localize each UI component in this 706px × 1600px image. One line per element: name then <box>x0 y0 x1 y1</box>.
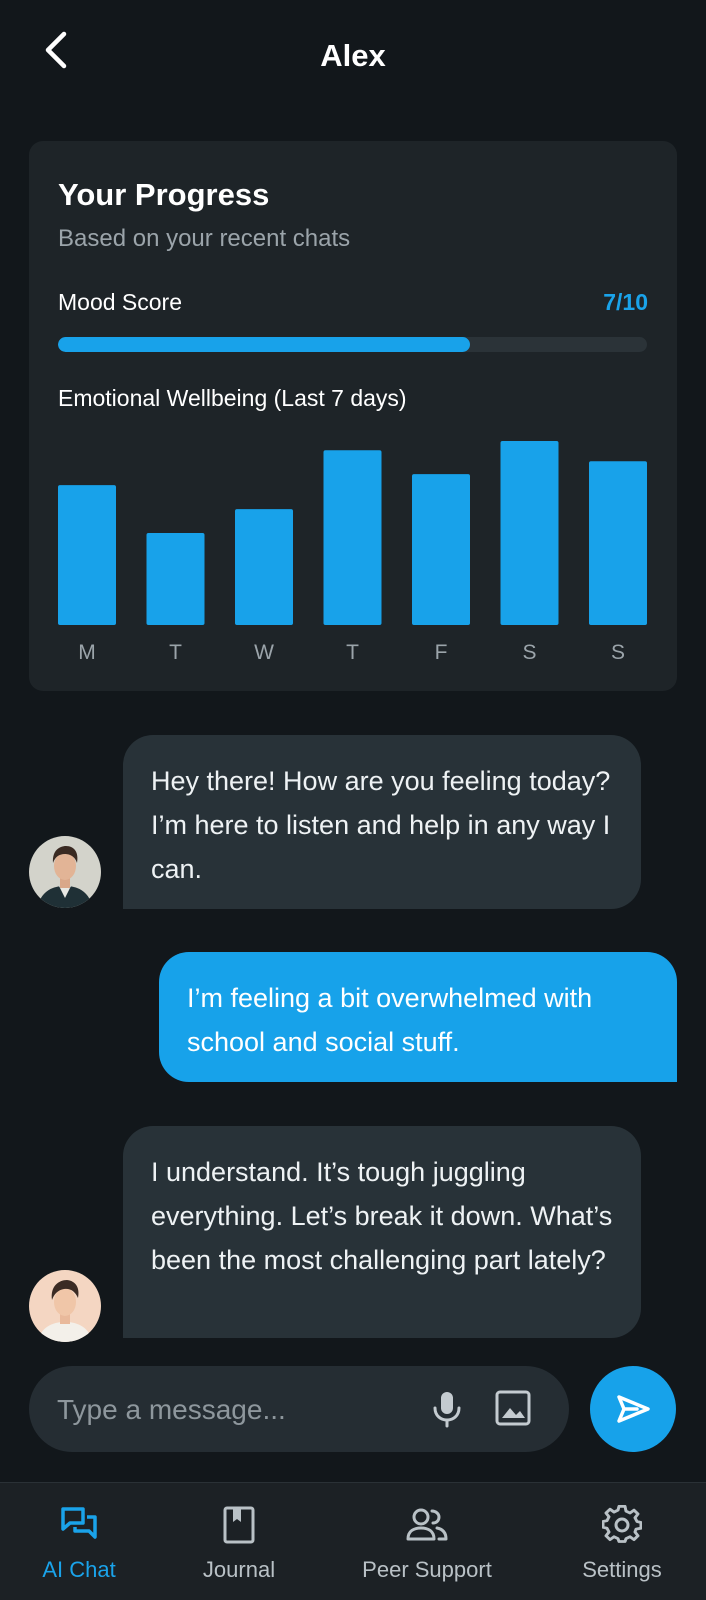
people-icon <box>405 1503 449 1547</box>
mood-progress-bar <box>58 337 647 352</box>
chart-bar <box>146 533 205 625</box>
progress-card: Your Progress Based on your recent chats… <box>29 141 677 691</box>
avatar <box>29 836 101 908</box>
mic-icon[interactable] <box>429 1390 465 1428</box>
mood-score-value: 7/10 <box>603 289 648 315</box>
chart-title: Emotional Wellbeing (Last 7 days) <box>58 385 407 411</box>
message-input[interactable]: Type a message... <box>29 1366 569 1452</box>
nav-label: Peer Support <box>362 1557 492 1582</box>
wellbeing-bar-chart: MTWTFSS <box>58 441 647 664</box>
send-button[interactable] <box>590 1366 676 1452</box>
chart-tick-label: W <box>254 641 274 664</box>
ai-message-bubble: Hey there! How are you feeling today? I’… <box>123 735 641 909</box>
message-text: I’m feeling a bit overwhelmed with schoo… <box>187 983 593 1057</box>
chart-tick-label: S <box>611 641 625 664</box>
image-icon[interactable] <box>495 1390 531 1426</box>
message-text: I understand. It’s tough juggling everyt… <box>151 1157 613 1275</box>
chart-bar <box>500 441 559 625</box>
mood-progress-fill <box>58 337 471 352</box>
progress-title: Your Progress <box>58 177 270 212</box>
chart-tick-label: T <box>169 641 182 664</box>
chart-tick-label: M <box>78 641 96 664</box>
nav-label: AI Chat <box>42 1557 116 1582</box>
message-input-placeholder: Type a message... <box>57 1394 286 1425</box>
chart-bar <box>589 461 647 625</box>
chart-bar <box>412 474 470 625</box>
send-icon <box>617 1395 650 1423</box>
nav-item-journal[interactable]: Journal <box>189 1483 289 1600</box>
nav-item-settings[interactable]: Settings <box>570 1483 674 1600</box>
chart-bar <box>58 485 116 625</box>
nav-item-ai-chat[interactable]: AI Chat <box>29 1483 129 1600</box>
chat-icon <box>57 1503 101 1547</box>
header: Alex <box>0 0 706 110</box>
nav-label: Settings <box>582 1557 662 1582</box>
chart-bar <box>235 509 293 625</box>
nav-label: Journal <box>202 1557 276 1582</box>
chart-bar <box>323 450 382 625</box>
avatar <box>29 1270 101 1342</box>
journal-icon <box>217 1503 261 1547</box>
page-title: Alex <box>320 38 386 73</box>
mood-score-label: Mood Score <box>58 289 183 315</box>
chart-tick-label: F <box>435 641 448 664</box>
message-text: Hey there! How are you feeling today? I’… <box>151 766 611 884</box>
nav-item-peer-support[interactable]: Peer Support <box>355 1483 499 1600</box>
chart-tick-label: T <box>346 641 359 664</box>
progress-subtitle: Based on your recent chats <box>58 225 351 252</box>
user-message-bubble: I’m feeling a bit overwhelmed with schoo… <box>159 952 677 1082</box>
ai-message-bubble: I understand. It’s tough juggling everyt… <box>123 1126 641 1338</box>
chart-tick-label: S <box>522 641 536 664</box>
gear-icon <box>600 1503 644 1547</box>
bottom-navigation: AI Chat Journal Peer Support Settings <box>0 1482 706 1600</box>
